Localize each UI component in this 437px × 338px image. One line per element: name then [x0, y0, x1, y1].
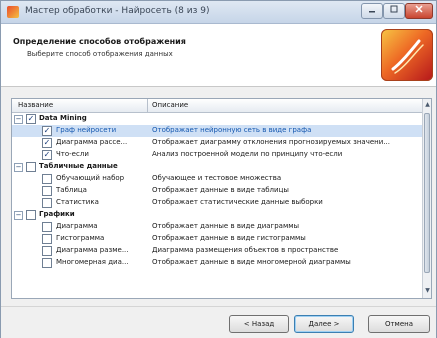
item-description: Отображает диаграмму отклонения прогнози… [152, 138, 390, 146]
group-checkbox[interactable] [26, 162, 36, 172]
group-label: Data Mining [39, 114, 87, 122]
item-label: Диаграмма разме... [56, 246, 129, 254]
collapse-icon[interactable]: − [14, 115, 23, 124]
item-checkbox[interactable] [42, 174, 52, 184]
minimize-button[interactable] [361, 3, 383, 19]
cancel-button[interactable]: Отмена [368, 315, 430, 333]
item-label: Гистограмма [56, 234, 105, 242]
item-label: Статистика [56, 198, 99, 206]
tree-item-row[interactable]: Многомерная диа... Отображает данные в ви… [12, 257, 422, 269]
wizard-header: Определение способов отображения Выберит… [1, 24, 436, 87]
item-checkbox[interactable]: ✓ [42, 126, 52, 136]
close-icon [415, 5, 423, 13]
tree-item-row[interactable]: Диаграмма Отображает данные в виде диагра… [12, 221, 422, 233]
item-description: Анализ построенной модели по принципу чт… [152, 150, 343, 158]
item-checkbox[interactable] [42, 186, 52, 196]
scroll-up-icon[interactable]: ▲ [424, 101, 431, 109]
item-description: Отображает данные в виде таблицы [152, 186, 289, 194]
tree-item-row[interactable]: Таблица Отображает данные в виде таблицы [12, 185, 422, 197]
wizard-footer: < Назад Далее > Отмена [1, 306, 436, 338]
item-label: Граф нейросети [56, 126, 117, 134]
column-name[interactable]: Название [18, 101, 53, 109]
tree-group-row[interactable]: − ✓ Data Mining [12, 113, 422, 125]
tree-item-row[interactable]: Диаграмма разме... Диаграмма размещения о… [12, 245, 422, 257]
display-methods-tree[interactable]: Название Описание − ✓ Data Mining ✓ Граф ней… [11, 98, 432, 299]
next-button[interactable]: Далее > [294, 315, 354, 333]
item-checkbox[interactable] [42, 222, 52, 232]
app-icon [7, 6, 19, 18]
tree-item-row[interactable]: Статистика Отображает статистические данн… [12, 197, 422, 209]
item-description: Отображает данные в виде диаграммы [152, 222, 300, 230]
item-checkbox[interactable] [42, 234, 52, 244]
tree-rows: − ✓ Data Mining ✓ Граф нейросети Отображает н… [12, 113, 422, 269]
page-subtitle: Выберите способ отображения данных [27, 50, 173, 58]
item-label: Что-если [56, 150, 89, 158]
minimize-icon [369, 11, 375, 13]
collapse-icon[interactable]: − [14, 211, 23, 220]
item-description: Отображает данные в виде гистограммы [152, 234, 306, 242]
item-checkbox[interactable] [42, 258, 52, 268]
item-description: Обучающее и тестовое множества [152, 174, 282, 182]
group-label: Табличные данные [39, 162, 118, 170]
scroll-down-icon[interactable]: ▼ [424, 287, 431, 295]
tree-item-row[interactable]: Обучающий набор Обучающее и тестовое множ… [12, 173, 422, 185]
page-title: Определение способов отображения [13, 37, 186, 46]
column-description[interactable]: Описание [152, 101, 188, 109]
wizard-logo-icon [381, 29, 433, 81]
tree-item-row[interactable]: Гистограмма Отображает данные в виде гист… [12, 233, 422, 245]
item-checkbox[interactable]: ✓ [42, 138, 52, 148]
group-label: Графики [39, 210, 75, 218]
tree-group-row[interactable]: − Табличные данные [12, 161, 422, 173]
title-bar: Мастер обработки - Найросеть (8 из 9) [1, 1, 436, 24]
item-checkbox[interactable] [42, 198, 52, 208]
group-checkbox[interactable]: ✓ [26, 114, 36, 124]
column-header: Название Описание [12, 99, 422, 113]
close-button[interactable] [405, 3, 433, 19]
item-label: Обучающий набор [56, 174, 125, 182]
window-title: Мастер обработки - Найросеть (8 из 9) [25, 6, 210, 16]
item-label: Диаграмма [56, 222, 98, 230]
item-checkbox[interactable] [42, 246, 52, 256]
tree-item-row[interactable]: ✓ Диаграмма рассе... Отображает диаграмму … [12, 137, 422, 149]
maximize-button[interactable] [383, 3, 405, 19]
vertical-scrollbar[interactable]: ▲ ▼ [422, 99, 431, 298]
item-label: Таблица [56, 186, 87, 194]
wizard-window: Мастер обработки - Найросеть (8 из 9) Оп… [0, 0, 437, 338]
item-checkbox[interactable]: ✓ [42, 150, 52, 160]
tree-item-row[interactable]: ✓ Граф нейросети Отображает нейронную сеть… [12, 125, 422, 137]
collapse-icon[interactable]: − [14, 163, 23, 172]
column-separator[interactable] [147, 99, 148, 112]
maximize-icon [390, 5, 398, 13]
item-description: Отображает нейронную сеть в виде графа [152, 126, 312, 134]
tree-group-row[interactable]: − Графики [12, 209, 422, 221]
item-label: Диаграмма рассе... [56, 138, 128, 146]
scroll-thumb[interactable] [424, 113, 430, 273]
group-checkbox[interactable] [26, 210, 36, 220]
item-description: Отображает данные в виде многомерной диа… [152, 258, 351, 266]
tree-item-row[interactable]: ✓ Что-если Анализ построенной модели по пр… [12, 149, 422, 161]
item-description: Отображает статистические данные выборки [152, 198, 323, 206]
item-label: Многомерная диа... [56, 258, 129, 266]
item-description: Диаграмма размещения объектов в простран… [152, 246, 339, 254]
back-button[interactable]: < Назад [229, 315, 289, 333]
